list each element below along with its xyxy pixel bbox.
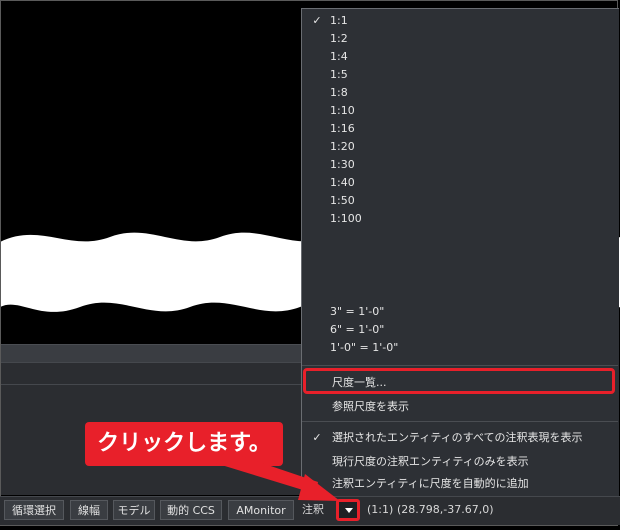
menu-item-label: 参照尺度を表示 [332,400,409,413]
scale-item-1-10[interactable]: 1:10 [302,102,618,120]
menu-item-label: 1'-0" = 1'-0" [330,341,399,354]
scale-item-1-1[interactable]: ✓ 1:1 [302,12,618,30]
scale-item-1-40[interactable]: 1:40 [302,174,618,192]
annotation-label: 注釈 [302,503,324,516]
scale-item-6in-1ft[interactable]: 6" = 1'-0" [302,321,618,339]
menu-item-label: 1:2 [330,32,348,45]
menu-item-label: 1:40 [330,176,355,189]
menu-item-label: 6" = 1'-0" [330,323,385,336]
chevron-down-icon [345,508,353,513]
scale-item-1-5[interactable]: 1:5 [302,66,618,84]
coordinates-readout: (28.798,-37.67,0) [397,503,494,516]
menu-item-label: 3" = 1'-0" [330,305,385,318]
auto-add-scale-item[interactable]: 注釈エンティティに尺度を自動的に追加 [302,475,618,493]
dynamic-ccs-button[interactable]: 動的 CCS [160,500,222,520]
scale-item-1ft-1ft[interactable]: 1'-0" = 1'-0" [302,339,618,357]
status-bar: 循環選択 線幅 モデル 動的 CCS AMonitor 注釈 (1:1) (28… [0,496,620,525]
scale-item-1-30[interactable]: 1:30 [302,156,618,174]
menu-item-label: 1:100 [330,212,362,225]
menu-item-label: 注釈エンティティに尺度を自動的に追加 [332,477,529,490]
menu-item-label: 1:16 [330,122,355,135]
menu-divider [302,365,618,366]
menu-divider [302,421,618,422]
scale-item-1-8[interactable]: 1:8 [302,84,618,102]
annotation-scale-menu: ✓ 1:1 1:2 1:4 1:5 1:8 1:10 1:16 1:20 1:3… [301,8,619,496]
menu-item-label: 選択されたエンティティのすべての注釈表現を表示 [332,431,583,444]
scale-item-1-20[interactable]: 1:20 [302,138,618,156]
menu-item-label: 1:1 [330,14,348,27]
scale-item-1-4[interactable]: 1:4 [302,48,618,66]
scale-item-1-100[interactable]: 1:100 [302,210,618,228]
show-current-scale-only-item[interactable]: 現行尺度の注釈エンティティのみを表示 [302,453,618,471]
menu-item-label: 現行尺度の注釈エンティティのみを表示 [332,455,529,468]
menu-item-label: 1:30 [330,158,355,171]
scale-item-1-50[interactable]: 1:50 [302,192,618,210]
current-scale-readout: (1:1) [367,503,394,516]
scale-item-3in-1ft[interactable]: 3" = 1'-0" [302,303,618,321]
menu-item-label: 1:20 [330,140,355,153]
show-all-annotations-item[interactable]: ✓ 選択されたエンティティのすべての注釈表現を表示 [302,429,618,447]
menu-item-label: 1:50 [330,194,355,207]
lineweight-button[interactable]: 線幅 [70,500,108,520]
menu-item-label: 1:4 [330,50,348,63]
menu-item-label: 1:5 [330,68,348,81]
annotation-scale-dropdown-button[interactable] [336,499,360,521]
scale-item-1-2[interactable]: 1:2 [302,30,618,48]
check-icon: ✓ [312,431,322,444]
menu-item-label: 1:8 [330,86,348,99]
scale-list-highlight [303,368,615,394]
instruction-callout: クリックします。 [85,422,283,466]
check-icon: ✓ [312,14,322,27]
menu-item-label: 1:10 [330,104,355,117]
show-reference-scale-item[interactable]: 参照尺度を表示 [302,398,618,416]
amonitor-button[interactable]: AMonitor [228,500,294,520]
scale-item-1-16[interactable]: 1:16 [302,120,618,138]
model-button[interactable]: モデル [113,500,155,520]
cycle-selection-button[interactable]: 循環選択 [4,500,64,520]
